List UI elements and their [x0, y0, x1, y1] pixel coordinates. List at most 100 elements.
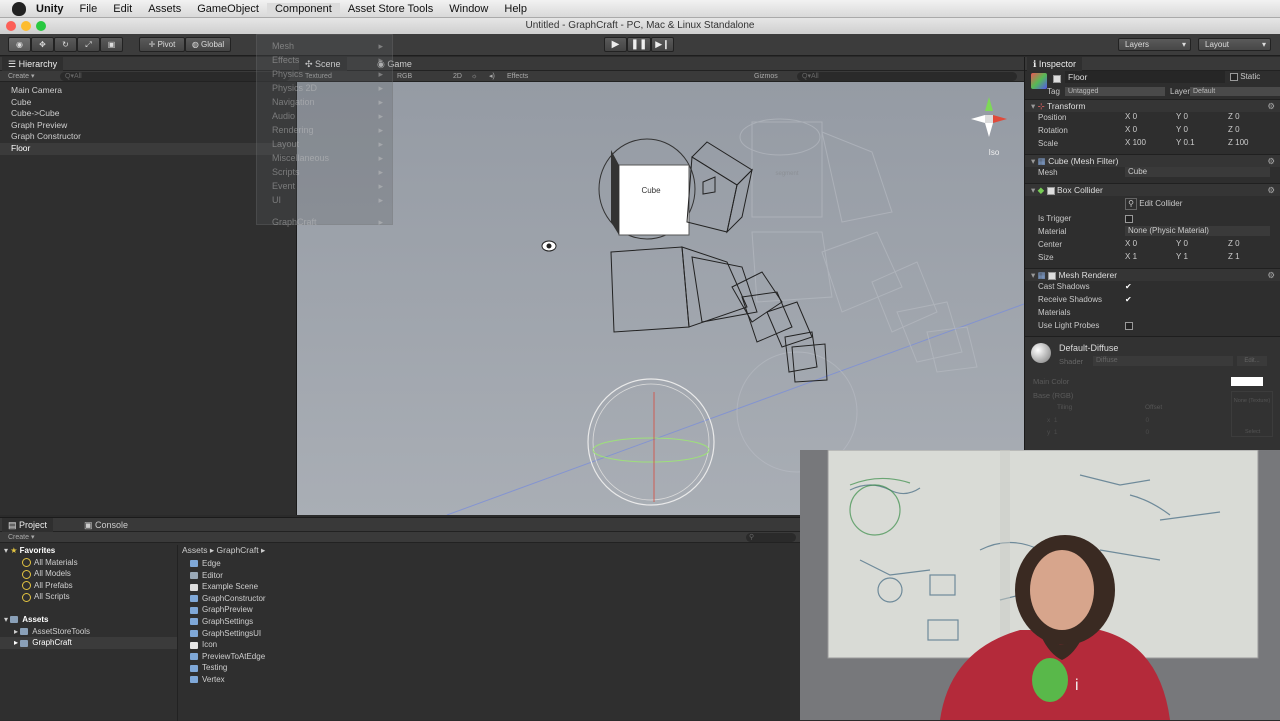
- mode-2d-toggle[interactable]: 2D: [453, 71, 462, 82]
- menu-item-mesh[interactable]: Mesh ▸: [257, 39, 392, 53]
- file-item[interactable]: GraphSettingsUI: [190, 628, 590, 640]
- hierarchy-item-cube-cube[interactable]: Cube->Cube: [0, 108, 297, 120]
- effects-dropdown[interactable]: Effects: [507, 71, 528, 82]
- hierarchy-create-button[interactable]: Create: [8, 73, 29, 80]
- hierarchy-item-main-camera[interactable]: Main Camera: [0, 85, 297, 97]
- favorite-all-prefabs[interactable]: All Prefabs: [0, 580, 177, 592]
- step-button[interactable]: ▶❙: [651, 37, 674, 52]
- scene-search-input[interactable]: Q▾All: [797, 72, 1017, 81]
- center-x-field[interactable]: X 0: [1125, 239, 1137, 249]
- breadcrumb-assets[interactable]: Assets: [182, 545, 208, 555]
- assets-header[interactable]: ▾ Assets: [0, 614, 177, 626]
- pause-button[interactable]: ❚❚: [627, 37, 651, 52]
- apple-icon[interactable]: [12, 1, 26, 16]
- tab-hierarchy[interactable]: ☰ Hierarchy: [2, 57, 64, 71]
- file-item[interactable]: Testing: [190, 662, 590, 674]
- file-item[interactable]: Vertex: [190, 674, 590, 686]
- global-toggle[interactable]: ◍ Global: [185, 37, 231, 52]
- object-name-field[interactable]: Floor: [1065, 71, 1225, 83]
- menu-item-effects[interactable]: Effects ▸: [257, 53, 392, 67]
- minimize-window-button[interactable]: [21, 21, 31, 31]
- menu-edit[interactable]: Edit: [105, 3, 140, 15]
- position-x-field[interactable]: X 0: [1125, 112, 1137, 122]
- mesh-field[interactable]: Cube: [1125, 167, 1270, 177]
- menu-item-miscellaneous[interactable]: Miscellaneous ▸: [257, 151, 392, 165]
- project-create-button[interactable]: Create: [8, 534, 29, 541]
- tab-console[interactable]: ▣ Console: [78, 518, 134, 532]
- menu-file[interactable]: File: [72, 3, 106, 15]
- favorite-all-models[interactable]: All Models: [0, 568, 177, 580]
- position-y-field[interactable]: Y 0: [1176, 112, 1188, 122]
- menu-help[interactable]: Help: [496, 3, 535, 15]
- move-tool-button[interactable]: ✥: [31, 37, 54, 52]
- play-button[interactable]: ▶: [604, 37, 627, 52]
- menu-item-rendering[interactable]: Rendering ▸: [257, 123, 392, 137]
- shader-dropdown[interactable]: Diffuse: [1093, 356, 1233, 366]
- hierarchy-item-floor[interactable]: Floor: [0, 142, 297, 155]
- edit-collider-button[interactable]: ⚲ Edit Collider: [1125, 198, 1265, 210]
- menu-item-physics[interactable]: Physics ▸: [257, 67, 392, 81]
- rotation-x-field[interactable]: X 0: [1125, 125, 1137, 135]
- menu-asset-store-tools[interactable]: Asset Store Tools: [340, 3, 441, 15]
- tag-dropdown[interactable]: Untagged: [1065, 87, 1165, 96]
- shader-edit-button[interactable]: Edit...: [1237, 356, 1267, 366]
- active-checkbox[interactable]: [1053, 73, 1061, 83]
- favorite-all-scripts[interactable]: All Scripts: [0, 591, 177, 603]
- scale-z-field[interactable]: Z 100: [1228, 138, 1248, 148]
- render-mode-dropdown[interactable]: RGB: [397, 71, 412, 82]
- hierarchy-item-graph-preview[interactable]: Graph Preview: [0, 120, 297, 132]
- file-item[interactable]: GraphSettings: [190, 616, 590, 628]
- hierarchy-item-graph-constructor[interactable]: Graph Constructor: [0, 131, 297, 143]
- close-window-button[interactable]: [6, 21, 16, 31]
- cube-object[interactable]: [618, 164, 690, 236]
- box-collider-header[interactable]: ▾ ◆ Box Collider ⚙: [1025, 183, 1280, 196]
- breadcrumb-graphcraft[interactable]: GraphCraft: [217, 545, 259, 555]
- favorite-all-materials[interactable]: All Materials: [0, 557, 177, 569]
- tab-inspector[interactable]: ℹ Inspector: [1027, 57, 1082, 71]
- layers-dropdown[interactable]: Layers ▾: [1118, 38, 1191, 51]
- file-item[interactable]: GraphConstructor: [190, 593, 590, 605]
- scale-x-field[interactable]: X 100: [1125, 138, 1146, 148]
- main-color-swatch[interactable]: [1231, 377, 1263, 386]
- layer-dropdown[interactable]: Default: [1190, 87, 1280, 96]
- project-search-input[interactable]: ⚲: [746, 533, 796, 542]
- light-probes-checkbox[interactable]: [1125, 322, 1133, 330]
- menu-window[interactable]: Window: [441, 3, 496, 15]
- layout-dropdown[interactable]: Layout ▾: [1198, 38, 1271, 51]
- menu-item-layout[interactable]: Layout ▸: [257, 137, 392, 151]
- file-item[interactable]: Example Scene: [190, 581, 590, 593]
- rotation-y-field[interactable]: Y 0: [1176, 125, 1188, 135]
- texture-select-button[interactable]: Select: [1245, 429, 1260, 435]
- menu-item-audio[interactable]: Audio ▸: [257, 109, 392, 123]
- folder-graphcraft[interactable]: ▸ GraphCraft: [0, 637, 177, 649]
- scale-tool-button[interactable]: ⤢: [77, 37, 100, 52]
- rotation-z-field[interactable]: Z 0: [1228, 125, 1240, 135]
- file-item[interactable]: GraphPreview: [190, 604, 590, 616]
- audio-icon[interactable]: ◂): [489, 71, 495, 82]
- is-trigger-checkbox[interactable]: [1125, 215, 1133, 223]
- lighting-icon[interactable]: ☼: [471, 71, 477, 82]
- menu-gameobject[interactable]: GameObject: [189, 3, 267, 15]
- file-item[interactable]: PreviewToAtEdge: [190, 651, 590, 663]
- hierarchy-item-cube[interactable]: Cube: [0, 97, 297, 109]
- scale-y-field[interactable]: Y 0.1: [1176, 138, 1195, 148]
- menu-component[interactable]: Component: [266, 2, 340, 15]
- tiling-y-row[interactable]: y 10: [1047, 429, 1149, 436]
- menu-item-physics-2d[interactable]: Physics 2D ▸: [257, 81, 392, 95]
- menu-item-scripts[interactable]: Scripts ▸: [257, 165, 392, 179]
- static-toggle[interactable]: Static: [1230, 72, 1260, 81]
- view-tool-button[interactable]: ◉: [8, 37, 31, 52]
- app-menu[interactable]: Unity: [32, 3, 72, 15]
- pivot-toggle[interactable]: ✛ Pivot: [139, 37, 185, 52]
- tiling-x-row[interactable]: x 10: [1047, 417, 1149, 424]
- rotate-tool-button[interactable]: ↻: [54, 37, 77, 52]
- zoom-window-button[interactable]: [36, 21, 46, 31]
- folder-assetstoretools[interactable]: ▸ AssetStoreTools: [0, 626, 177, 638]
- file-item[interactable]: Editor: [190, 570, 590, 582]
- size-x-field[interactable]: X 1: [1125, 252, 1137, 262]
- transform-header[interactable]: ▾ ⊹ Transform ⚙: [1025, 99, 1280, 112]
- menu-assets[interactable]: Assets: [140, 3, 189, 15]
- size-z-field[interactable]: Z 1: [1228, 252, 1240, 262]
- collider-material-field[interactable]: None (Physic Material): [1125, 226, 1270, 236]
- tab-project[interactable]: ▤ Project: [2, 518, 54, 532]
